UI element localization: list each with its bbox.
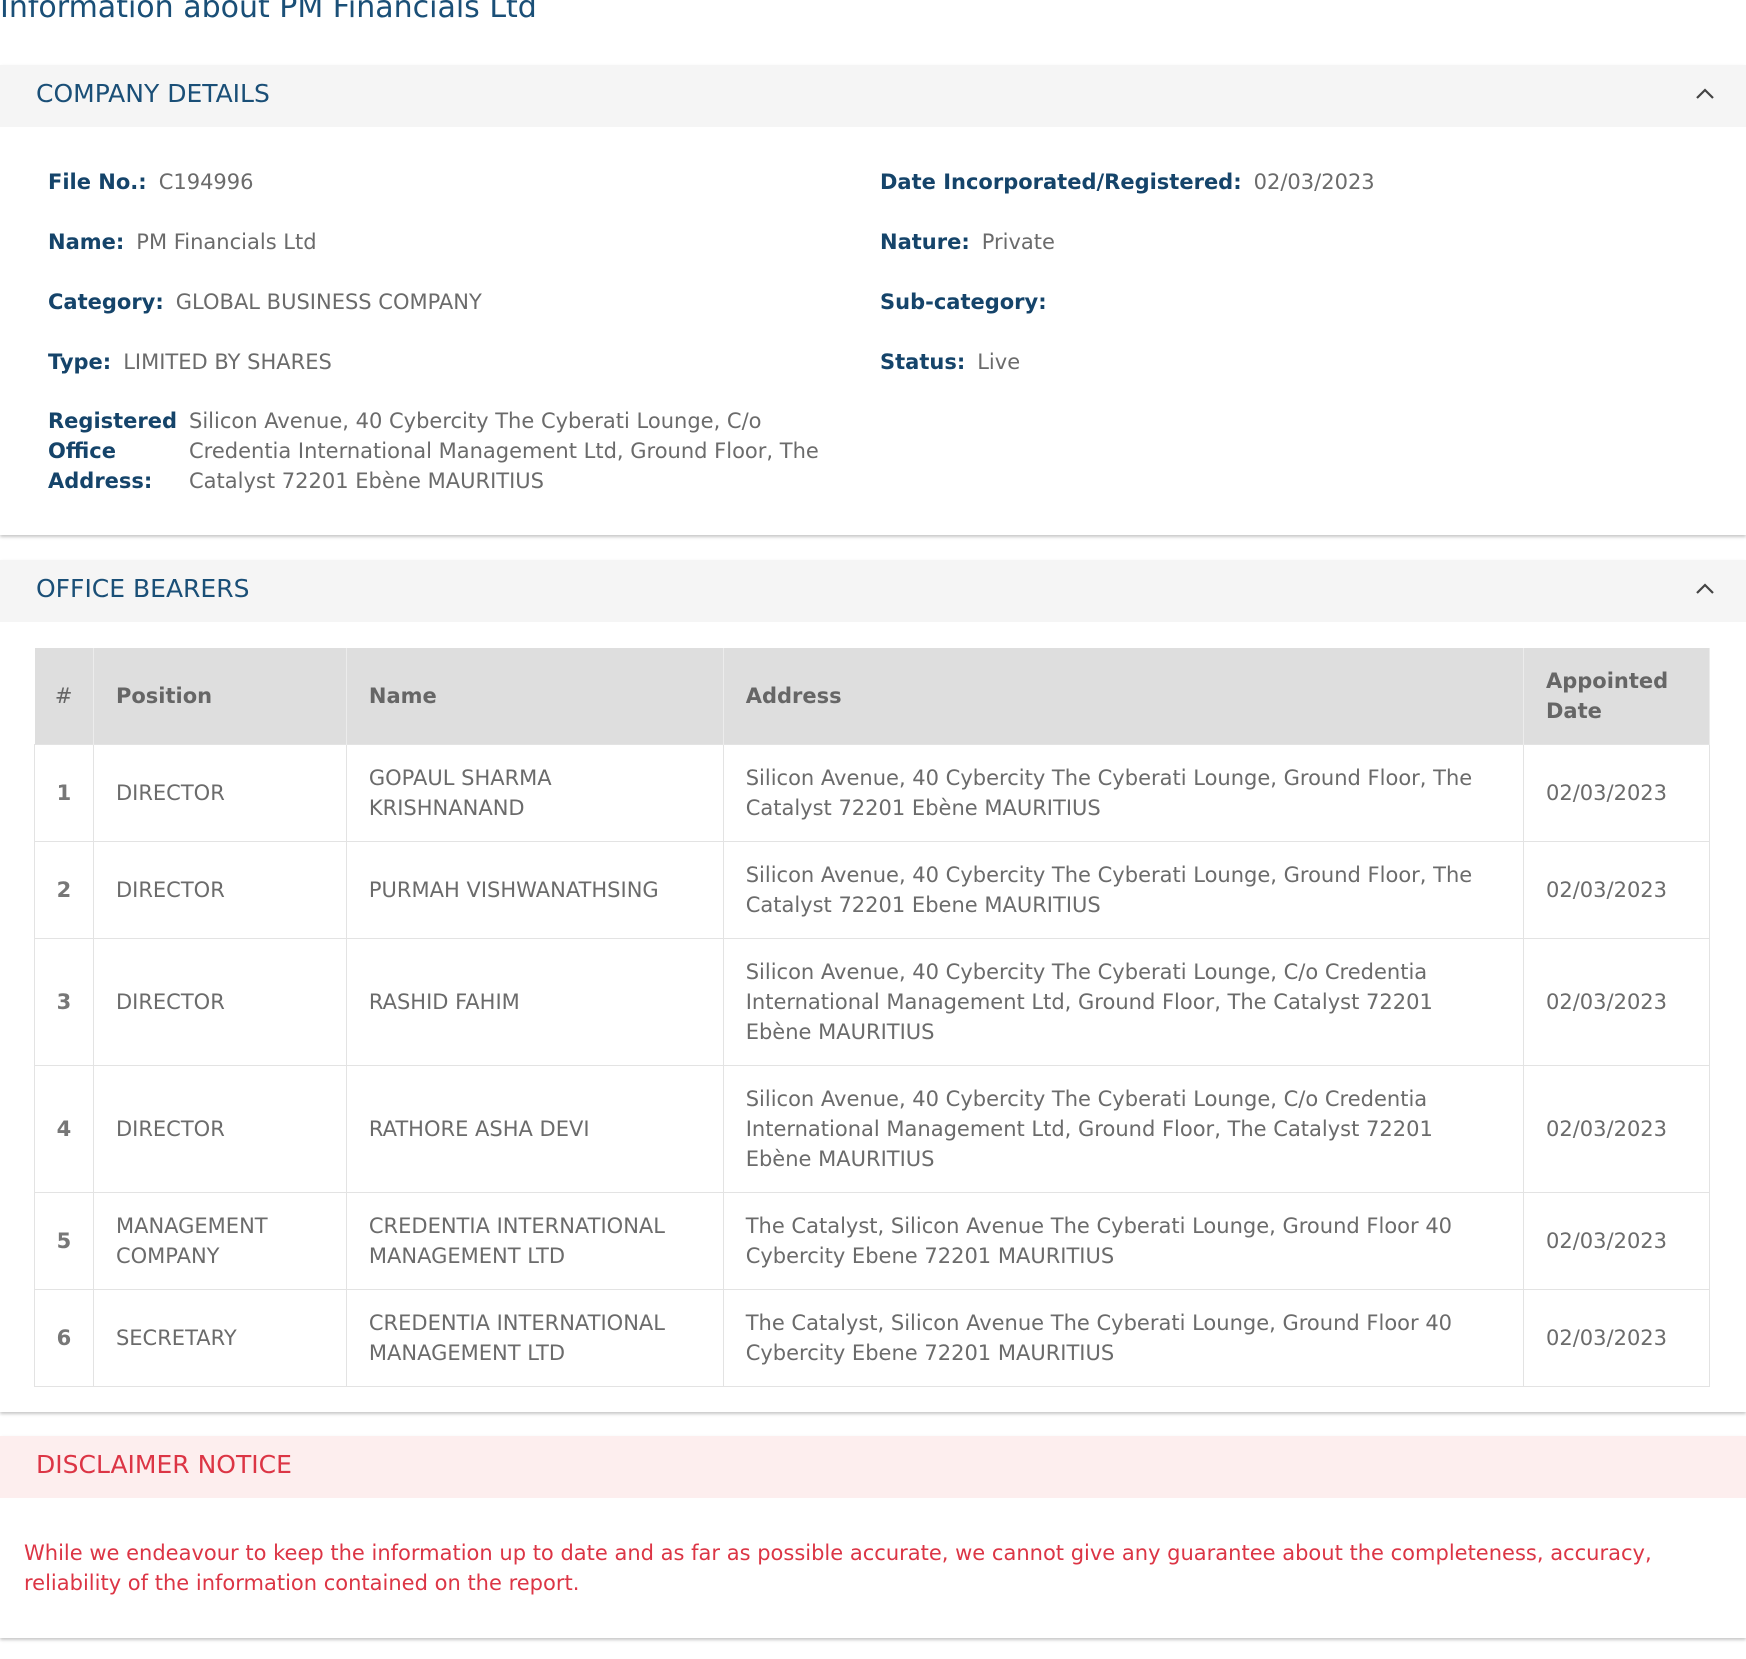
office-bearers-heading: OFFICE BEARERS (36, 574, 250, 603)
row-name: RASHID FAHIM (345, 937, 724, 1066)
field-value: Private (981, 230, 1055, 254)
row-position: MANAGEMENT COMPANY (92, 1191, 347, 1290)
row-appointed-date: 02/03/2023 (1522, 937, 1711, 1066)
office-bearers-panel: OFFICE BEARERS # Position Name Address A… (0, 560, 1746, 1412)
field-type: Type: LIMITED BY SHARES (48, 347, 332, 377)
column-header-position: Position (93, 648, 347, 744)
column-header-address: Address (723, 648, 1524, 744)
row-name: CREDENTIA INTERNATIONAL MANAGEMENT LTD (345, 1288, 724, 1387)
field-value: C194996 (158, 170, 254, 194)
row-address: Silicon Avenue, 40 Cybercity The Cyberat… (722, 743, 1524, 842)
company-details-heading: COMPANY DETAILS (36, 79, 270, 108)
chevron-up-icon[interactable] (1694, 87, 1716, 101)
column-header-name: Name (346, 648, 724, 744)
field-value: GLOBAL BUSINESS COMPANY (175, 290, 482, 314)
row-number: 2 (34, 840, 94, 939)
field-label: File No.: (48, 170, 147, 194)
column-header-appointed-date: Appointed Date (1523, 648, 1711, 744)
row-number: 5 (34, 1191, 94, 1290)
table-row: 3 DIRECTOR RASHID FAHIM Silicon Avenue, … (34, 937, 1711, 1066)
row-number: 3 (34, 937, 94, 1066)
row-name: PURMAH VISHWANATHSING (345, 840, 724, 939)
row-name: RATHORE ASHA DEVI (345, 1064, 724, 1193)
field-value: 02/03/2023 (1253, 170, 1375, 194)
table-row: 1 DIRECTOR GOPAUL SHARMA KRISHNANAND Sil… (34, 743, 1711, 842)
row-appointed-date: 02/03/2023 (1522, 743, 1711, 842)
field-label: Category: (48, 290, 164, 314)
office-bearers-header[interactable]: OFFICE BEARERS (0, 560, 1746, 622)
row-appointed-date: 02/03/2023 (1522, 1288, 1711, 1387)
disclaimer-header: DISCLAIMER NOTICE (0, 1436, 1746, 1498)
column-header-number: # (34, 648, 94, 744)
field-label: Name: (48, 230, 125, 254)
table-row: 4 DIRECTOR RATHORE ASHA DEVI Silicon Ave… (34, 1064, 1711, 1193)
row-number: 4 (34, 1064, 94, 1193)
row-appointed-date: 02/03/2023 (1522, 1064, 1711, 1193)
company-details-panel: COMPANY DETAILS File No.: C194996 Date In… (0, 65, 1746, 535)
company-details-header[interactable]: COMPANY DETAILS (0, 65, 1746, 127)
field-value: Live (977, 350, 1021, 374)
field-name: Name: PM Financials Ltd (48, 227, 317, 257)
field-label: Type: (48, 350, 112, 374)
row-appointed-date: 02/03/2023 (1522, 1191, 1711, 1290)
field-value: LIMITED BY SHARES (123, 350, 332, 374)
chevron-up-icon[interactable] (1694, 582, 1716, 596)
field-status: Status: Live (880, 347, 1020, 377)
page-title: Information about PM Financials Ltd (0, 0, 537, 25)
field-registered-office: Registered Office Address: Silicon Avenu… (48, 406, 869, 496)
row-name: CREDENTIA INTERNATIONAL MANAGEMENT LTD (345, 1191, 724, 1290)
disclaimer-heading: DISCLAIMER NOTICE (36, 1450, 292, 1479)
row-address: Silicon Avenue, 40 Cybercity The Cyberat… (722, 840, 1524, 939)
row-position: DIRECTOR (92, 1064, 347, 1193)
row-number: 1 (34, 743, 94, 842)
disclaimer-panel: DISCLAIMER NOTICE While we endeavour to … (0, 1436, 1746, 1638)
field-label: Registered Office Address: (48, 409, 178, 493)
row-address: The Catalyst, Silicon Avenue The Cyberat… (722, 1288, 1524, 1387)
row-name: GOPAUL SHARMA KRISHNANAND (345, 743, 724, 842)
field-value: PM Financials Ltd (136, 230, 317, 254)
row-address: The Catalyst, Silicon Avenue The Cyberat… (722, 1191, 1524, 1290)
row-number: 6 (34, 1288, 94, 1387)
table-row: 6 SECRETARY CREDENTIA INTERNATIONAL MANA… (34, 1288, 1711, 1387)
row-position: DIRECTOR (92, 937, 347, 1066)
page: Information about PM Financials Ltd COMP… (0, 0, 1746, 1659)
field-value: Silicon Avenue, 40 Cybercity The Cyberat… (189, 409, 819, 493)
row-position: SECRETARY (92, 1288, 347, 1387)
field-label: Sub-category: (880, 290, 1047, 314)
table-row: 5 MANAGEMENT COMPANY CREDENTIA INTERNATI… (34, 1191, 1711, 1290)
disclaimer-text: While we endeavour to keep the informati… (24, 1541, 1652, 1595)
field-label: Nature: (880, 230, 970, 254)
table-header-row: # Position Name Address Appointed Date (34, 648, 1711, 744)
office-bearers-table: # Position Name Address Appointed Date 1… (34, 648, 1711, 1387)
row-appointed-date: 02/03/2023 (1522, 840, 1711, 939)
row-address: Silicon Avenue, 40 Cybercity The Cyberat… (722, 937, 1524, 1066)
field-file-no: File No.: C194996 (48, 167, 254, 197)
field-category: Category: GLOBAL BUSINESS COMPANY (48, 287, 482, 317)
field-date-incorporated: Date Incorporated/Registered: 02/03/2023 (880, 167, 1375, 197)
field-label: Date Incorporated/Registered: (880, 170, 1242, 194)
field-nature: Nature: Private (880, 227, 1055, 257)
field-label: Status: (880, 350, 966, 374)
row-position: DIRECTOR (92, 743, 347, 842)
table-row: 2 DIRECTOR PURMAH VISHWANATHSING Silicon… (34, 840, 1711, 939)
row-address: Silicon Avenue, 40 Cybercity The Cyberat… (722, 1064, 1524, 1193)
field-sub-category: Sub-category: (880, 287, 1059, 317)
row-position: DIRECTOR (92, 840, 347, 939)
